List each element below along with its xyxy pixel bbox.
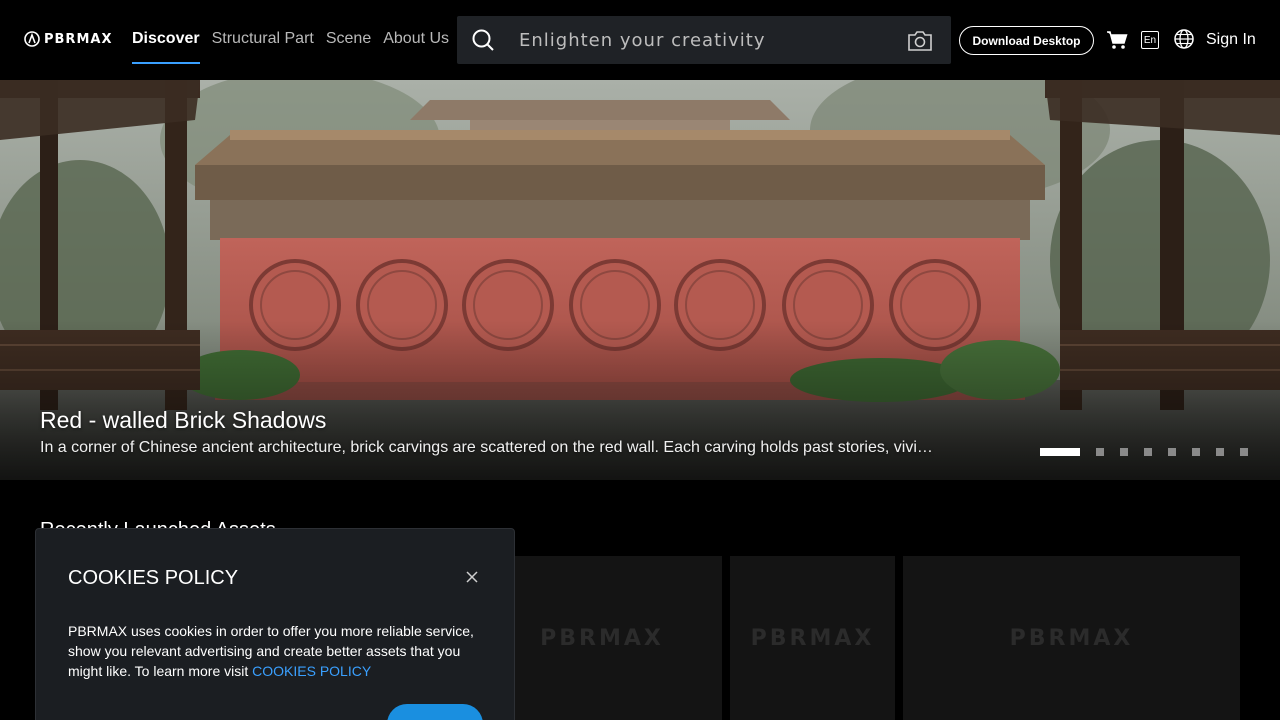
language-toggle[interactable]: En <box>1141 31 1159 49</box>
asset-card[interactable]: PBRMAX <box>903 556 1240 720</box>
cookie-dialog-title: COOKIES POLICY <box>68 567 239 589</box>
carousel-dot[interactable] <box>1096 448 1104 456</box>
cookies-policy-link[interactable]: COOKIES POLICY <box>252 663 371 679</box>
cart-icon[interactable] <box>1106 30 1128 50</box>
hero-banner[interactable]: Red - walled Brick Shadows In a corner o… <box>0 80 1280 480</box>
nav-about-us[interactable]: About Us <box>383 29 449 49</box>
accept-cookies-button[interactable]: Accept <box>387 704 483 720</box>
nav-discover[interactable]: Discover <box>132 29 200 64</box>
brand-mark-icon <box>24 31 40 47</box>
top-nav-bar: PBRMAX Discover Structural Part Scene Ab… <box>0 0 1280 80</box>
search-input[interactable] <box>519 26 899 54</box>
close-icon[interactable] <box>464 569 480 585</box>
main-nav: Discover Structural Part Scene About Us <box>132 29 449 64</box>
brand-logo[interactable]: PBRMAX <box>24 31 112 47</box>
card-placeholder-logo: PBRMAX <box>1009 625 1134 651</box>
cookie-policy-dialog: COOKIES POLICY PBRMAX uses cookies in or… <box>35 528 515 720</box>
carousel-dot[interactable] <box>1040 448 1080 456</box>
camera-icon[interactable] <box>907 30 933 52</box>
asset-card[interactable]: PBRMAX <box>730 556 895 720</box>
hero-description: In a corner of Chinese ancient architect… <box>40 439 940 456</box>
carousel-dot[interactable] <box>1168 448 1176 456</box>
brand-name: PBRMAX <box>44 31 113 47</box>
carousel-dot[interactable] <box>1216 448 1224 456</box>
globe-icon[interactable] <box>1174 29 1194 49</box>
search-icon[interactable] <box>471 28 495 52</box>
carousel-dot[interactable] <box>1240 448 1248 456</box>
download-desktop-button[interactable]: Download Desktop <box>959 26 1094 55</box>
carousel-dot[interactable] <box>1120 448 1128 456</box>
carousel-dot[interactable] <box>1192 448 1200 456</box>
nav-structural-part[interactable]: Structural Part <box>212 29 314 49</box>
search-bar <box>457 16 951 64</box>
nav-scene[interactable]: Scene <box>326 29 371 49</box>
carousel-dot[interactable] <box>1144 448 1152 456</box>
hero-title[interactable]: Red - walled Brick Shadows <box>40 407 326 434</box>
card-placeholder-logo: PBRMAX <box>540 625 664 651</box>
cookie-dialog-text: PBRMAX uses cookies in order to offer yo… <box>68 621 488 681</box>
asset-card[interactable]: PBRMAX <box>482 556 722 720</box>
card-placeholder-logo: PBRMAX <box>750 625 875 651</box>
sign-in-link[interactable]: Sign In <box>1206 31 1256 49</box>
carousel-pagination <box>1040 448 1264 456</box>
